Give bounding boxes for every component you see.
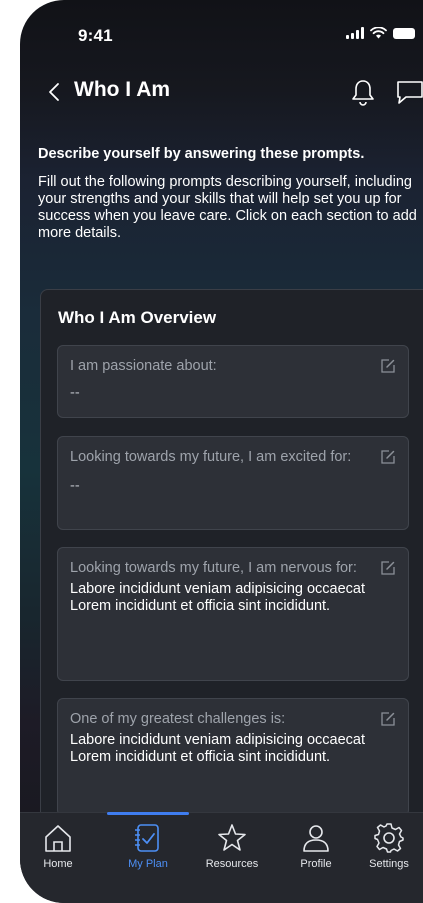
who-i-am-overview-card: Who I Am Overview I am passionate about:… (40, 289, 423, 831)
tab-label: My Plan (128, 858, 168, 870)
messages-button[interactable] (394, 78, 423, 106)
tab-label: Resources (205, 858, 259, 870)
wifi-icon (370, 27, 387, 39)
prompt-label: Looking towards my future, I am nervous … (70, 560, 357, 576)
edit-icon[interactable] (380, 449, 396, 465)
phone-screen: 9:41 Who I Am Describe yourself by answe… (20, 0, 423, 903)
edit-icon[interactable] (380, 358, 396, 374)
chat-bubble-icon (397, 81, 423, 104)
home-icon (45, 825, 71, 852)
intro-section: Describe yourself by answering these pro… (38, 146, 420, 242)
gear-icon (374, 823, 404, 853)
chevron-left-icon (49, 83, 59, 101)
battery-icon (393, 27, 415, 39)
tab-label: Profile (300, 858, 332, 870)
star-icon (218, 824, 246, 851)
tab-home[interactable]: Home (20, 821, 98, 870)
notifications-button[interactable] (350, 78, 376, 106)
back-button[interactable] (44, 78, 64, 106)
bottom-tab-bar: Home My Plan Resources Profile Settings (20, 812, 423, 903)
status-icons (346, 27, 415, 39)
prompt-excited-for[interactable]: Looking towards my future, I am excited … (57, 436, 409, 530)
prompt-label: One of my greatest challenges is: (70, 711, 286, 727)
edit-icon[interactable] (380, 560, 396, 576)
cellular-signal-icon (346, 27, 364, 39)
plan-checklist-icon (135, 824, 159, 852)
tab-settings[interactable]: Settings (356, 821, 422, 870)
intro-body: Fill out the following prompts describin… (38, 174, 417, 241)
intro-heading: Describe yourself by answering these pro… (38, 146, 365, 162)
tab-label: Home (43, 858, 73, 870)
status-time: 9:41 (78, 26, 113, 45)
prompt-value: -- (70, 385, 80, 401)
prompt-greatest-challenges[interactable]: One of my greatest challenges is: Labore… (57, 698, 409, 816)
tab-resources[interactable]: Resources (192, 821, 272, 870)
tab-my-plan[interactable]: My Plan (108, 821, 188, 870)
bell-icon (352, 80, 374, 106)
prompt-value: Labore incididunt veniam adipisicing occ… (70, 581, 366, 614)
status-bar: 9:41 (20, 0, 423, 72)
prompt-label: I am passionate about: (70, 358, 217, 374)
prompt-passionate-about[interactable]: I am passionate about: -- (57, 345, 409, 418)
prompt-value: -- (70, 478, 80, 494)
prompt-nervous-for[interactable]: Looking towards my future, I am nervous … (57, 547, 409, 681)
tab-profile[interactable]: Profile (276, 821, 356, 870)
prompt-label: Looking towards my future, I am excited … (70, 449, 352, 465)
header: Who I Am (20, 72, 423, 112)
overview-title: Who I Am Overview (58, 308, 217, 327)
edit-icon[interactable] (380, 711, 396, 727)
tab-label: Settings (369, 858, 409, 870)
person-icon (303, 825, 329, 852)
page-title: Who I Am (74, 78, 171, 101)
active-tab-indicator (107, 812, 189, 815)
prompt-value: Labore incididunt veniam adipisicing occ… (70, 732, 366, 765)
